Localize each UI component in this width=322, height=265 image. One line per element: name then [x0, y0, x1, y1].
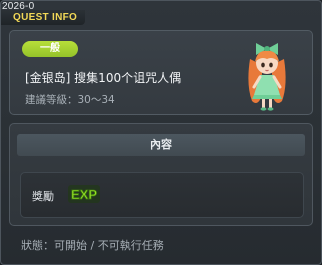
quest-title: [金银岛] 搜集100个诅咒人偶 — [25, 71, 182, 85]
npc-portrait-icon — [248, 43, 286, 111]
quest-content-panel: 內容 獎勵 EXP — [9, 123, 313, 226]
quest-category-badge: 一般 — [22, 41, 78, 57]
reward-label: 獎勵 — [32, 190, 54, 203]
svg-text:EXP: EXP — [71, 187, 97, 202]
window-title: QUEST INFO — [1, 10, 86, 25]
exp-icon: EXP — [68, 185, 100, 203]
reward-box: 獎勵 EXP — [20, 172, 304, 218]
quest-summary-panel: 一般 [金银岛] 搜集100个诅咒人偶 建議等級：30～34 — [9, 30, 313, 115]
quest-status: 狀態：可開始 / 不可執行任務 — [21, 239, 164, 252]
content-header: 內容 — [17, 134, 305, 156]
recommended-level: 建議等級：30～34 — [25, 94, 115, 106]
quest-info-window: 2026-0 QUEST INFO 一般 [金银岛] 搜集100个诅咒人偶 建議… — [0, 0, 322, 265]
